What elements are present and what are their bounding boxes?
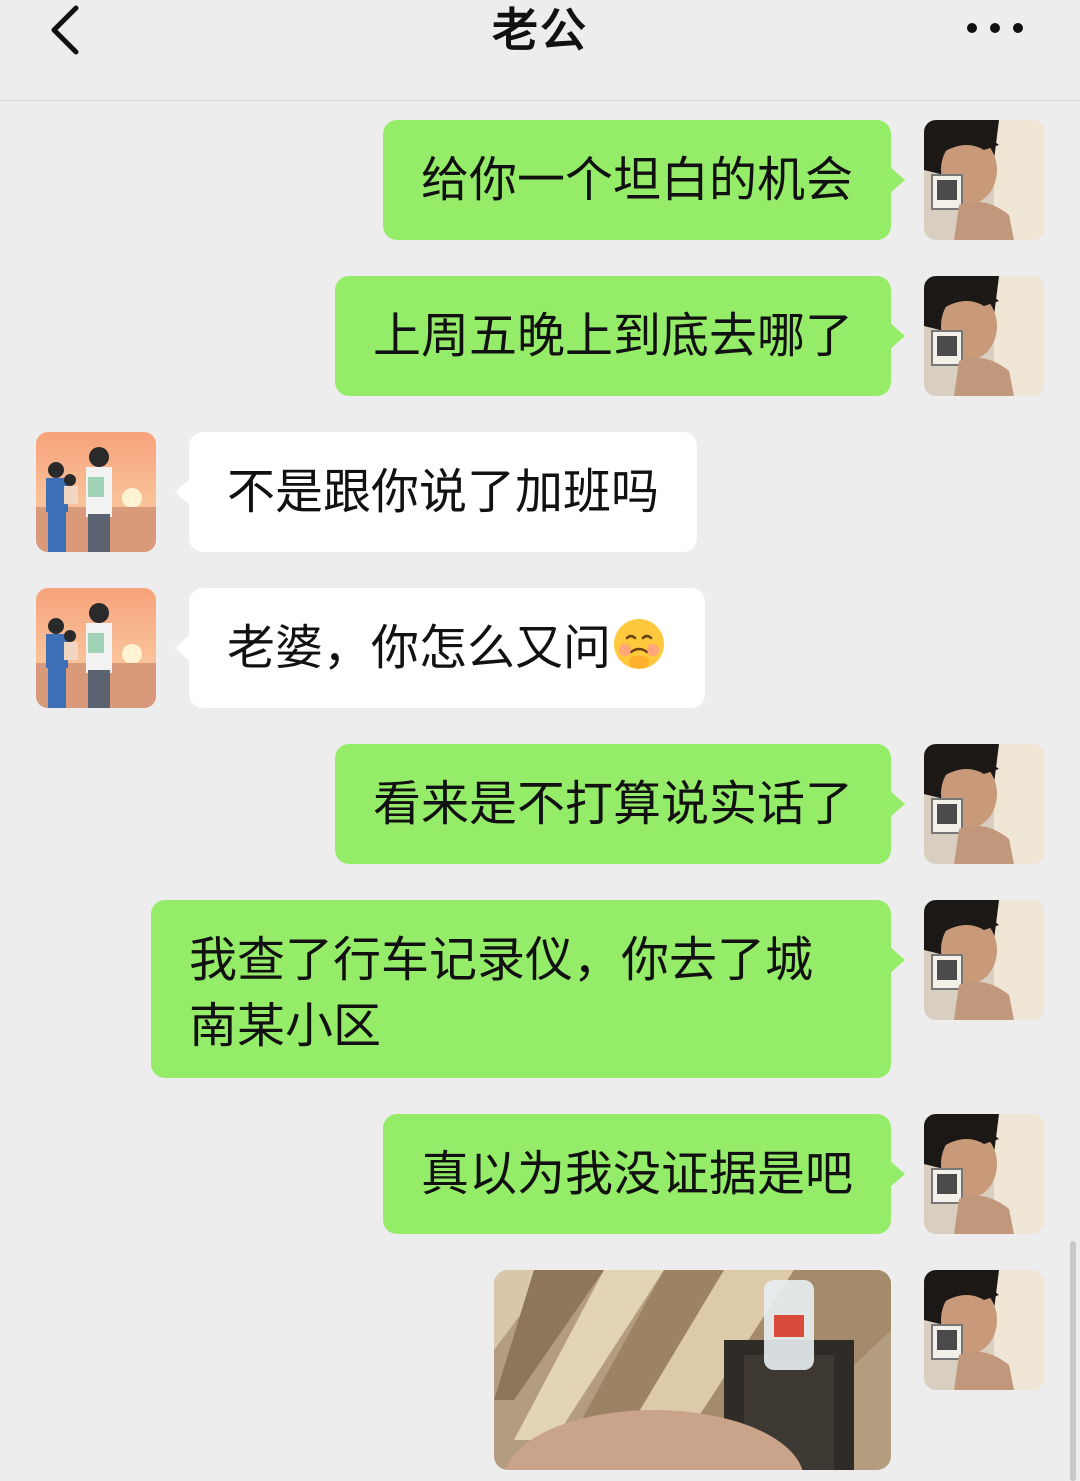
more-options-button[interactable] xyxy=(960,8,1030,48)
more-dots-icon xyxy=(967,23,1023,33)
message-text: 真以为我没证据是吧 xyxy=(420,1146,853,1202)
chat-area[interactable]: 给你一个坦白的机会 上周五晚上到底去哪了 不是跟你说了加班吗 老婆，你怎么又问 … xyxy=(0,101,1080,1481)
selfie-avatar-image xyxy=(924,900,1044,1020)
my-avatar[interactable] xyxy=(924,1114,1044,1234)
my-avatar[interactable] xyxy=(924,120,1044,240)
selfie-avatar-image xyxy=(924,1114,1044,1234)
my-avatar[interactable] xyxy=(924,900,1044,1020)
message-text: 不是跟你说了加班吗 xyxy=(227,464,660,520)
my-avatar[interactable] xyxy=(924,1270,1044,1390)
sunset-couple-avatar-image xyxy=(36,588,156,708)
selfie-avatar-image xyxy=(924,744,1044,864)
message-bubble-sent[interactable]: 上周五晚上到底去哪了 xyxy=(334,276,906,396)
message-bubble-received[interactable]: 老婆，你怎么又问 xyxy=(174,588,706,708)
sunset-couple-avatar-image xyxy=(36,432,156,552)
my-avatar[interactable] xyxy=(924,744,1044,864)
selfie-avatar-image xyxy=(924,120,1044,240)
message-text: 我查了行车记录仪，你去了城 南某小区 xyxy=(189,932,814,1054)
contact-avatar[interactable] xyxy=(36,588,156,708)
scrollbar[interactable] xyxy=(1070,1241,1076,1481)
pleading-face-icon xyxy=(614,619,665,669)
contact-avatar[interactable] xyxy=(36,432,156,552)
message-bubble-sent[interactable]: 我查了行车记录仪，你去了城 南某小区 xyxy=(151,900,905,1078)
message-image-sent[interactable] xyxy=(494,1270,891,1470)
my-avatar[interactable] xyxy=(924,276,1044,396)
photo-image xyxy=(494,1270,891,1470)
selfie-avatar-image xyxy=(924,276,1044,396)
message-text: 看来是不打算说实话了 xyxy=(372,776,853,832)
message-bubble-sent[interactable]: 真以为我没证据是吧 xyxy=(382,1114,906,1234)
top-bar: 老公 xyxy=(0,0,1080,101)
selfie-avatar-image xyxy=(924,1270,1044,1390)
message-bubble-sent[interactable]: 给你一个坦白的机会 xyxy=(382,120,906,240)
message-text: 给你一个坦白的机会 xyxy=(420,152,853,208)
message-bubble-received[interactable]: 不是跟你说了加班吗 xyxy=(174,432,698,552)
message-text: 上周五晚上到底去哪了 xyxy=(372,308,853,364)
chat-title: 老公 xyxy=(492,3,588,57)
message-text: 老婆，你怎么又问 xyxy=(227,620,612,676)
message-bubble-sent[interactable]: 看来是不打算说实话了 xyxy=(334,744,906,864)
